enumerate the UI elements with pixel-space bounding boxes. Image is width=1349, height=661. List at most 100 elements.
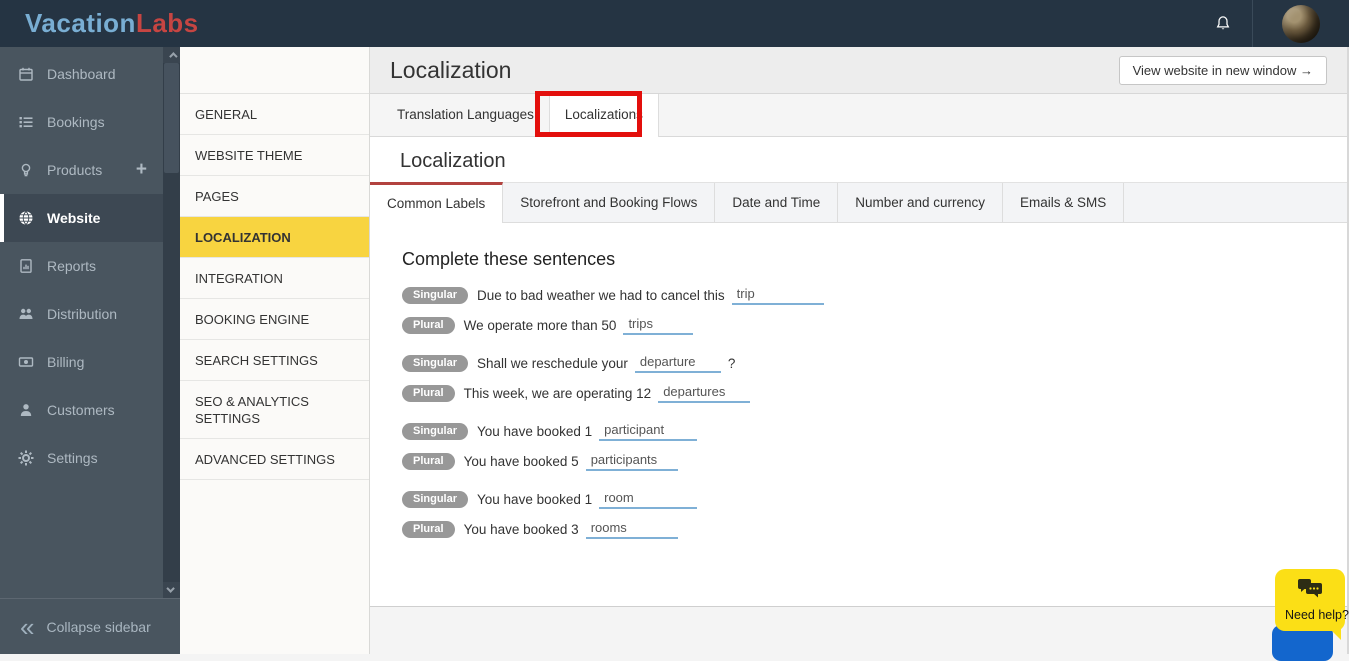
panel-title: Localization [400,150,506,172]
sidebar-item-reports[interactable]: Reports [0,242,163,290]
list-icon [18,114,34,130]
settings-nav-general[interactable]: GENERAL [180,94,369,135]
room-singular-input[interactable] [599,489,698,509]
avatar-wrap [1253,0,1349,47]
sidebar-item-label: Products [47,162,103,178]
brand-primary: Vacation [25,8,136,38]
report-icon [18,258,34,274]
trip-singular-input[interactable] [731,285,824,305]
calendar-icon [18,66,34,82]
view-website-button[interactable]: View website in new window → [1118,55,1327,85]
sentence-group-room: Singular You have booked 1 Plural You ha… [402,488,1349,540]
singular-badge: Singular [402,354,469,372]
settings-nav-advanced-settings[interactable]: ADVANCED SETTINGS [180,439,369,480]
plural-badge: Plural [402,316,455,334]
sentence-row: Plural You have booked 3 [402,518,1349,540]
collapse-sidebar-label: Collapse sidebar [46,618,151,635]
page-title: Localization [390,56,512,83]
sidebar-item-label: Bookings [47,114,105,130]
sidebar-item-settings[interactable]: Settings [0,434,163,482]
sidebar-item-label: Distribution [47,306,118,322]
sentence-row: Singular You have booked 1 [402,488,1349,510]
sentence-text: You have booked 5 [463,453,579,469]
main-sidebar: Dashboard Bookings Products + Website Re… [0,47,180,654]
localization-panel: Localization Common Labels Storefront an… [370,137,1349,607]
chevron-down-icon [165,584,175,593]
sentence-text: Shall we reschedule your [477,355,628,371]
sentence-row: Plural You have booked 5 [402,450,1349,472]
top-bar: VacationLabs [0,0,1349,47]
sidebar-item-distribution[interactable]: Distribution [0,290,163,338]
money-icon [18,354,34,370]
subtab-number-and-currency[interactable]: Number and currency [838,183,1004,222]
subtab-emails-sms[interactable]: Emails & SMS [1003,183,1125,222]
departure-plural-input[interactable] [658,383,751,403]
sidebar-item-label: Reports [47,258,97,274]
sentence-group-trip: Singular Due to bad weather we had to ca… [402,284,1349,336]
scroll-down-icon[interactable] [163,582,180,598]
subtab-date-and-time[interactable]: Date and Time [715,183,839,222]
subtab-storefront-booking-flows[interactable]: Storefront and Booking Flows [503,183,716,222]
sentence-group-departure: Singular Shall we reschedule your ? Plur… [402,352,1349,404]
settings-nav-pages[interactable]: PAGES [180,176,369,217]
sidebar-item-label: Website [47,210,101,226]
sidebar-item-customers[interactable]: Customers [0,386,163,434]
person-icon [18,402,34,418]
plural-badge: Plural [402,384,455,402]
singular-badge: Singular [402,422,469,440]
settings-nav-localization[interactable]: LOCALIZATION [180,217,369,258]
sidebar-item-label: Customers [47,402,115,418]
sentence-text: You have booked 1 [477,491,593,507]
sentence-row: Plural We operate more than 50 [402,314,1349,336]
scroll-up-icon[interactable] [163,47,180,63]
notifications-button[interactable] [1194,0,1252,47]
settings-nav-seo-analytics[interactable]: SEO & ANALYTICS SETTINGS [180,381,369,439]
participant-plural-input[interactable] [585,451,678,471]
sentence-row: Singular You have booked 1 [402,420,1349,442]
double-chevron-left-icon: « [20,611,35,642]
sentence-row: Singular Shall we reschedule your ? [402,352,1349,374]
brand-secondary: Labs [135,8,199,38]
trip-plural-input[interactable] [623,315,694,335]
need-help-label: Need help? [1285,608,1349,622]
sidebar-item-bookings[interactable]: Bookings [0,98,163,146]
scrollbar-thumb[interactable] [164,63,179,173]
need-help-button[interactable]: Need help? [1275,569,1349,640]
settings-nav-website-theme[interactable]: WEBSITE THEME [180,135,369,176]
sidebar-item-dashboard[interactable]: Dashboard [0,50,163,98]
sidebar-item-label: Settings [47,450,98,466]
user-avatar[interactable] [1282,4,1320,43]
sidebar-item-website[interactable]: Website [0,194,163,242]
departure-singular-input[interactable] [634,353,721,373]
sentence-text: We operate more than 50 [463,317,617,333]
sidebar-item-label: Dashboard [47,66,116,82]
page-header: Localization View website in new window … [370,47,1349,94]
subtab-common-labels[interactable]: Common Labels [370,182,504,223]
website-settings-nav: GENERAL WEBSITE THEME PAGES LOCALIZATION… [180,47,370,654]
common-labels-content: Complete these sentences Singular Due to… [370,223,1349,540]
sentence-text: Due to bad weather we had to cancel this [477,287,725,303]
settings-nav-integration[interactable]: INTEGRATION [180,258,369,299]
sentence-text: You have booked 3 [463,521,579,537]
sidebar-item-billing[interactable]: Billing [0,338,163,386]
chat-bubbles-icon [1297,578,1323,599]
sidebar-nav: Dashboard Bookings Products + Website Re… [0,47,163,598]
plural-badge: Plural [402,452,455,470]
tab-localizations[interactable]: Localizations [548,94,659,137]
settings-nav-search-settings[interactable]: SEARCH SETTINGS [180,340,369,381]
room-plural-input[interactable] [585,519,678,539]
lightbulb-icon [18,162,34,178]
sidebar-item-label: Billing [47,354,85,370]
sidebar-scrollbar[interactable] [163,47,180,598]
sentences-heading: Complete these sentences [402,249,616,269]
collapse-sidebar-button[interactable]: « Collapse sidebar [0,598,180,654]
gear-icon [18,450,34,466]
settings-nav-booking-engine[interactable]: BOOKING ENGINE [180,299,369,340]
tab-translation-languages[interactable]: Translation Languages [382,94,549,136]
participant-singular-input[interactable] [599,421,698,441]
sentence-group-participant: Singular You have booked 1 Plural You ha… [402,420,1349,472]
add-product-icon[interactable]: + [136,159,147,181]
sentence-suffix: ? [727,355,736,371]
sidebar-item-products[interactable]: Products + [0,146,163,194]
plural-badge: Plural [402,520,455,538]
